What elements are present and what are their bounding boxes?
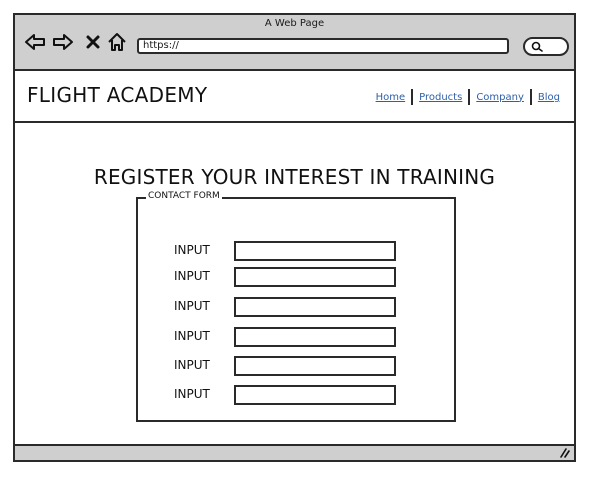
status-bar (15, 444, 574, 460)
input-field-5[interactable] (234, 356, 396, 376)
back-arrow-icon[interactable] (23, 31, 47, 53)
form-row: INPUT (174, 327, 404, 347)
form-row: INPUT (174, 356, 404, 376)
input-field-6[interactable] (234, 385, 396, 405)
forward-arrow-icon[interactable] (51, 31, 75, 53)
window-title: A Web Page (264, 18, 325, 29)
input-field-2[interactable] (234, 267, 396, 287)
nav-link-company[interactable]: Company (470, 92, 530, 103)
field-label: INPUT (174, 387, 210, 401)
search-button[interactable] (523, 37, 569, 56)
form-row: INPUT (174, 297, 404, 317)
site-header: FLIGHT ACADEMY Home Products Company Blo… (15, 71, 574, 123)
search-icon (531, 41, 543, 52)
browser-window: A Web Page https:// FLIGHT ACADEMY Home … (13, 13, 576, 462)
site-title: FLIGHT ACADEMY (27, 83, 208, 107)
nav-link-blog[interactable]: Blog (532, 92, 566, 103)
field-label: INPUT (174, 329, 210, 343)
close-icon[interactable] (81, 31, 105, 53)
field-label: INPUT (174, 269, 210, 283)
url-text: https:// (143, 40, 179, 51)
site-nav: Home Products Company Blog (370, 89, 566, 105)
field-label: INPUT (174, 358, 210, 372)
resize-grip-icon[interactable] (558, 447, 570, 458)
field-label: INPUT (174, 299, 210, 313)
form-row: INPUT (174, 267, 404, 287)
browser-toolbar: A Web Page https:// (15, 15, 574, 71)
nav-link-products[interactable]: Products (413, 92, 468, 103)
input-field-3[interactable] (234, 297, 396, 317)
input-field-1[interactable] (234, 241, 396, 261)
url-bar[interactable]: https:// (137, 38, 509, 54)
form-row: INPUT (174, 385, 404, 405)
field-label: INPUT (174, 243, 210, 257)
page-heading: REGISTER YOUR INTEREST IN TRAINING (93, 165, 496, 189)
contact-form: CONTACT FORM INPUT INPUT INPUT INPUT INP… (136, 191, 456, 422)
nav-link-home[interactable]: Home (370, 92, 412, 103)
form-row: INPUT (174, 241, 404, 261)
input-field-4[interactable] (234, 327, 396, 347)
home-icon[interactable] (105, 31, 129, 53)
form-legend: CONTACT FORM (146, 191, 222, 201)
